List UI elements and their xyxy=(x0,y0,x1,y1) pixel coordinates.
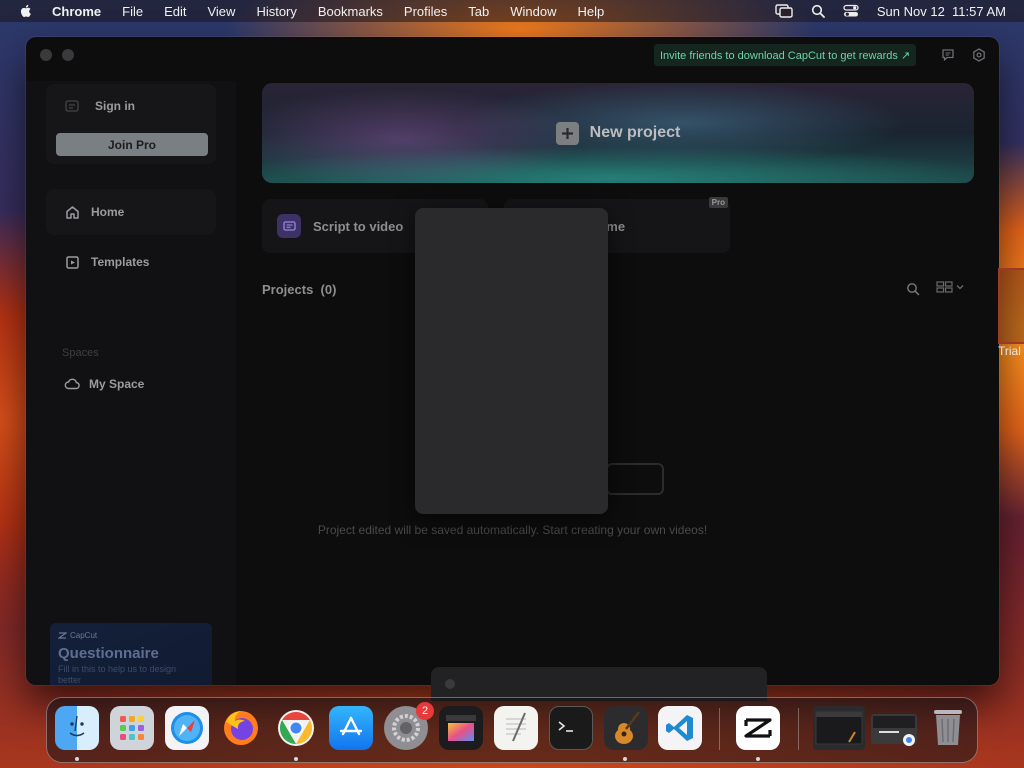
settings-notification-badge: 2 xyxy=(416,702,434,720)
pro-badge: Pro xyxy=(708,197,728,208)
templates-icon xyxy=(66,255,79,269)
empty-state-icon xyxy=(606,463,664,495)
apple-icon[interactable] xyxy=(18,3,34,19)
invite-friends-banner[interactable]: Invite friends to download CapCut to get… xyxy=(654,44,917,66)
join-pro-button[interactable]: Join Pro xyxy=(56,133,208,156)
vscode-icon[interactable] xyxy=(658,706,702,750)
menu-edit[interactable]: Edit xyxy=(164,4,186,19)
promo-title: Questionnaire xyxy=(58,645,159,662)
sidebar-item-label: Templates xyxy=(91,255,150,269)
cloud-icon xyxy=(64,378,80,390)
settings-gear-icon[interactable] xyxy=(972,48,986,62)
sidebar-item-my-space[interactable]: My Space xyxy=(64,377,144,391)
menu-bar-clock[interactable]: Sun Nov 12 11:57 AM xyxy=(877,4,1006,19)
dock-separator xyxy=(719,708,720,750)
chrome-running-indicator xyxy=(294,757,298,761)
spotlight-search-icon[interactable] xyxy=(811,4,825,18)
chrome-icon[interactable] xyxy=(274,706,318,750)
background-window-close-button[interactable] xyxy=(445,679,455,689)
safari-icon[interactable] xyxy=(165,706,209,750)
menu-bookmarks[interactable]: Bookmarks xyxy=(318,4,383,19)
garageband-running-indicator xyxy=(623,757,627,761)
capcut-logo-icon xyxy=(58,632,67,639)
offscreen-window-edge[interactable] xyxy=(998,268,1024,344)
chevron-down-icon xyxy=(956,285,964,290)
my-space-label: My Space xyxy=(89,377,145,391)
projects-label: Projects xyxy=(262,282,314,297)
menu-app-name[interactable]: Chrome xyxy=(52,4,101,19)
menu-view[interactable]: View xyxy=(207,4,235,19)
menu-bar: Chrome File Edit View History Bookmarks … xyxy=(0,0,1024,22)
window-thumbnail-icon[interactable] xyxy=(813,706,865,750)
launchpad-icon[interactable] xyxy=(110,706,154,750)
finder-running-indicator xyxy=(75,757,79,761)
spaces-section-label: Spaces xyxy=(62,347,99,359)
sign-in-label: Sign in xyxy=(95,99,135,113)
menu-profiles[interactable]: Profiles xyxy=(404,4,447,19)
sign-in-button[interactable]: Sign in xyxy=(65,99,135,113)
app-store-icon[interactable] xyxy=(329,706,373,750)
feedback-icon[interactable] xyxy=(941,48,955,62)
sidebar: Sign in Join Pro Home Templates Spaces M… xyxy=(26,81,236,685)
menu-window[interactable]: Window xyxy=(510,4,556,19)
invite-friends-text: Invite friends to download CapCut to get… xyxy=(660,49,911,62)
promo-description: Fill in this to help us to design better xyxy=(58,664,177,685)
empty-state-message: Project edited will be saved automatical… xyxy=(317,523,708,537)
questionnaire-promo[interactable]: CapCut Questionnaire Fill in this to hel… xyxy=(50,623,212,685)
capcut-running-indicator xyxy=(756,757,760,761)
sidebar-item-templates[interactable]: Templates xyxy=(46,239,216,285)
window-minimize-button[interactable] xyxy=(62,49,74,61)
menu-bar-status: Sun Nov 12 11:57 AM xyxy=(775,0,1006,22)
join-pro-label: Join Pro xyxy=(107,137,156,152)
settings-icon[interactable]: 2 xyxy=(384,702,434,750)
finder-icon[interactable] xyxy=(55,706,99,750)
new-project-button[interactable]: New project xyxy=(262,83,974,183)
menu-help[interactable]: Help xyxy=(578,4,605,19)
dock-separator xyxy=(798,708,799,750)
textedit-icon[interactable] xyxy=(494,706,538,750)
garageband-icon[interactable] xyxy=(604,706,648,750)
trash-icon[interactable] xyxy=(926,706,970,750)
user-icon xyxy=(65,100,79,112)
firefox-icon[interactable] xyxy=(219,706,263,750)
view-mode-toggle[interactable] xyxy=(936,280,964,294)
new-project-label: New project xyxy=(589,124,681,141)
offscreen-window-label: Trial xyxy=(998,344,1021,358)
menu-file[interactable]: File xyxy=(122,4,143,19)
final-cut-icon[interactable] xyxy=(439,706,483,750)
projects-count: (0) xyxy=(320,282,337,297)
menu-tab[interactable]: Tab xyxy=(468,4,489,19)
account-card: Sign in Join Pro xyxy=(46,84,216,164)
plus-icon xyxy=(555,121,579,145)
home-icon xyxy=(66,205,79,219)
grid-view-icon xyxy=(936,281,953,293)
menu-history[interactable]: History xyxy=(256,4,296,19)
capcut-icon[interactable] xyxy=(736,706,780,750)
control-center-icon[interactable] xyxy=(843,4,859,18)
background-window[interactable] xyxy=(431,667,767,701)
promo-brand-label: CapCut xyxy=(70,631,98,640)
script-icon xyxy=(277,214,301,238)
sidebar-item-label: Home xyxy=(91,205,125,219)
downloads-stack-icon[interactable] xyxy=(869,706,919,750)
window-close-button[interactable] xyxy=(40,49,52,61)
projects-header: Projects (0) xyxy=(262,282,336,297)
dock: 2 xyxy=(46,697,978,763)
sidebar-item-home[interactable]: Home xyxy=(46,189,216,235)
capcut-brand: CapCut xyxy=(58,631,204,640)
script-to-video-label: Script to video xyxy=(313,218,404,234)
terminal-icon[interactable] xyxy=(549,706,593,750)
search-icon[interactable] xyxy=(906,282,920,296)
popup-card[interactable] xyxy=(415,208,608,514)
screen-mirroring-icon[interactable] xyxy=(775,4,793,18)
